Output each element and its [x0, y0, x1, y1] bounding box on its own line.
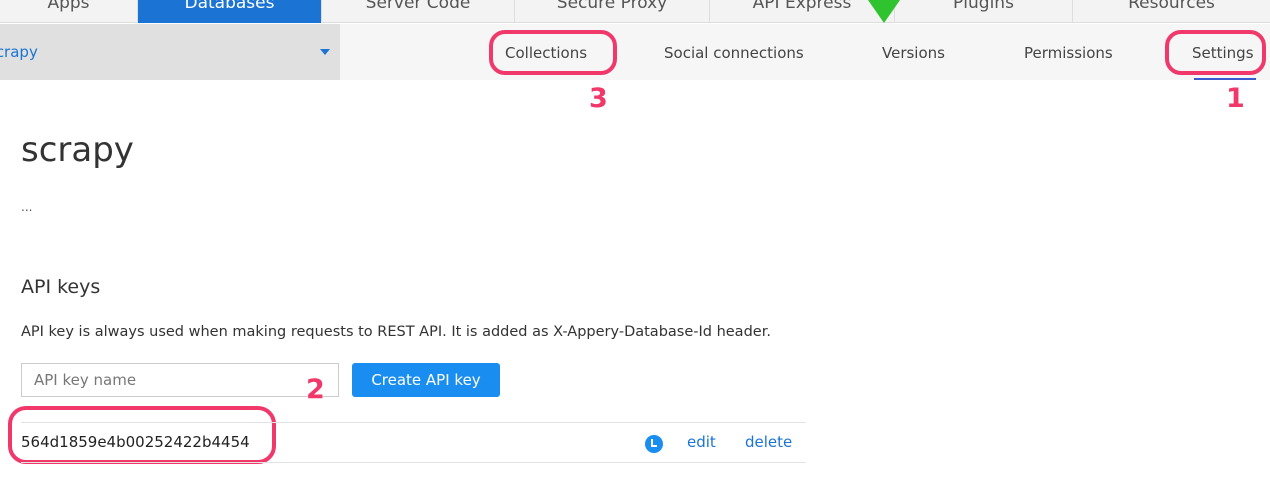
delete-link[interactable]: delete [745, 433, 792, 451]
annotation-number-1: 1 [1226, 83, 1245, 114]
caret-down-icon [320, 49, 330, 55]
subnav-permissions[interactable]: Permissions [1024, 24, 1113, 80]
page-title: scrapy [21, 130, 134, 170]
api-key-row: 564d1859e4b00252422b4454 edit delete [21, 422, 806, 463]
annotation-number-2: 2 [306, 374, 325, 405]
api-keys-heading: API keys [21, 276, 101, 298]
database-description: ... [21, 200, 33, 214]
new-badge-icon [868, 0, 900, 23]
database-selector[interactable]: scrapy [0, 24, 340, 80]
api-key-name-input[interactable] [21, 363, 339, 397]
annotation-ring-collections [489, 30, 617, 75]
tab-plugins[interactable]: Plugins [895, 0, 1073, 23]
active-tab-indicator [1194, 78, 1256, 80]
edit-link[interactable]: edit [687, 433, 716, 451]
api-key-value: 564d1859e4b00252422b4454 [21, 433, 250, 451]
create-api-key-button[interactable]: Create API key [352, 363, 500, 397]
tab-databases[interactable]: Databases [138, 0, 322, 23]
tab-resources[interactable]: Resources [1073, 0, 1270, 23]
clock-icon[interactable] [645, 435, 663, 453]
tab-secure-proxy[interactable]: Secure Proxy [515, 0, 710, 23]
subnav-social-connections[interactable]: Social connections [664, 24, 804, 80]
annotation-ring-settings [1165, 30, 1266, 75]
subnav-versions[interactable]: Versions [882, 24, 945, 80]
top-nav: Apps Databases Server Code Secure Proxy … [0, 0, 1270, 23]
annotation-number-3: 3 [589, 83, 608, 114]
api-keys-info: API key is always used when making reque… [21, 324, 771, 340]
tab-apps[interactable]: Apps [0, 0, 138, 23]
tab-server-code[interactable]: Server Code [322, 0, 515, 23]
sub-nav: scrapy Collections Social connections Ve… [0, 24, 1270, 80]
